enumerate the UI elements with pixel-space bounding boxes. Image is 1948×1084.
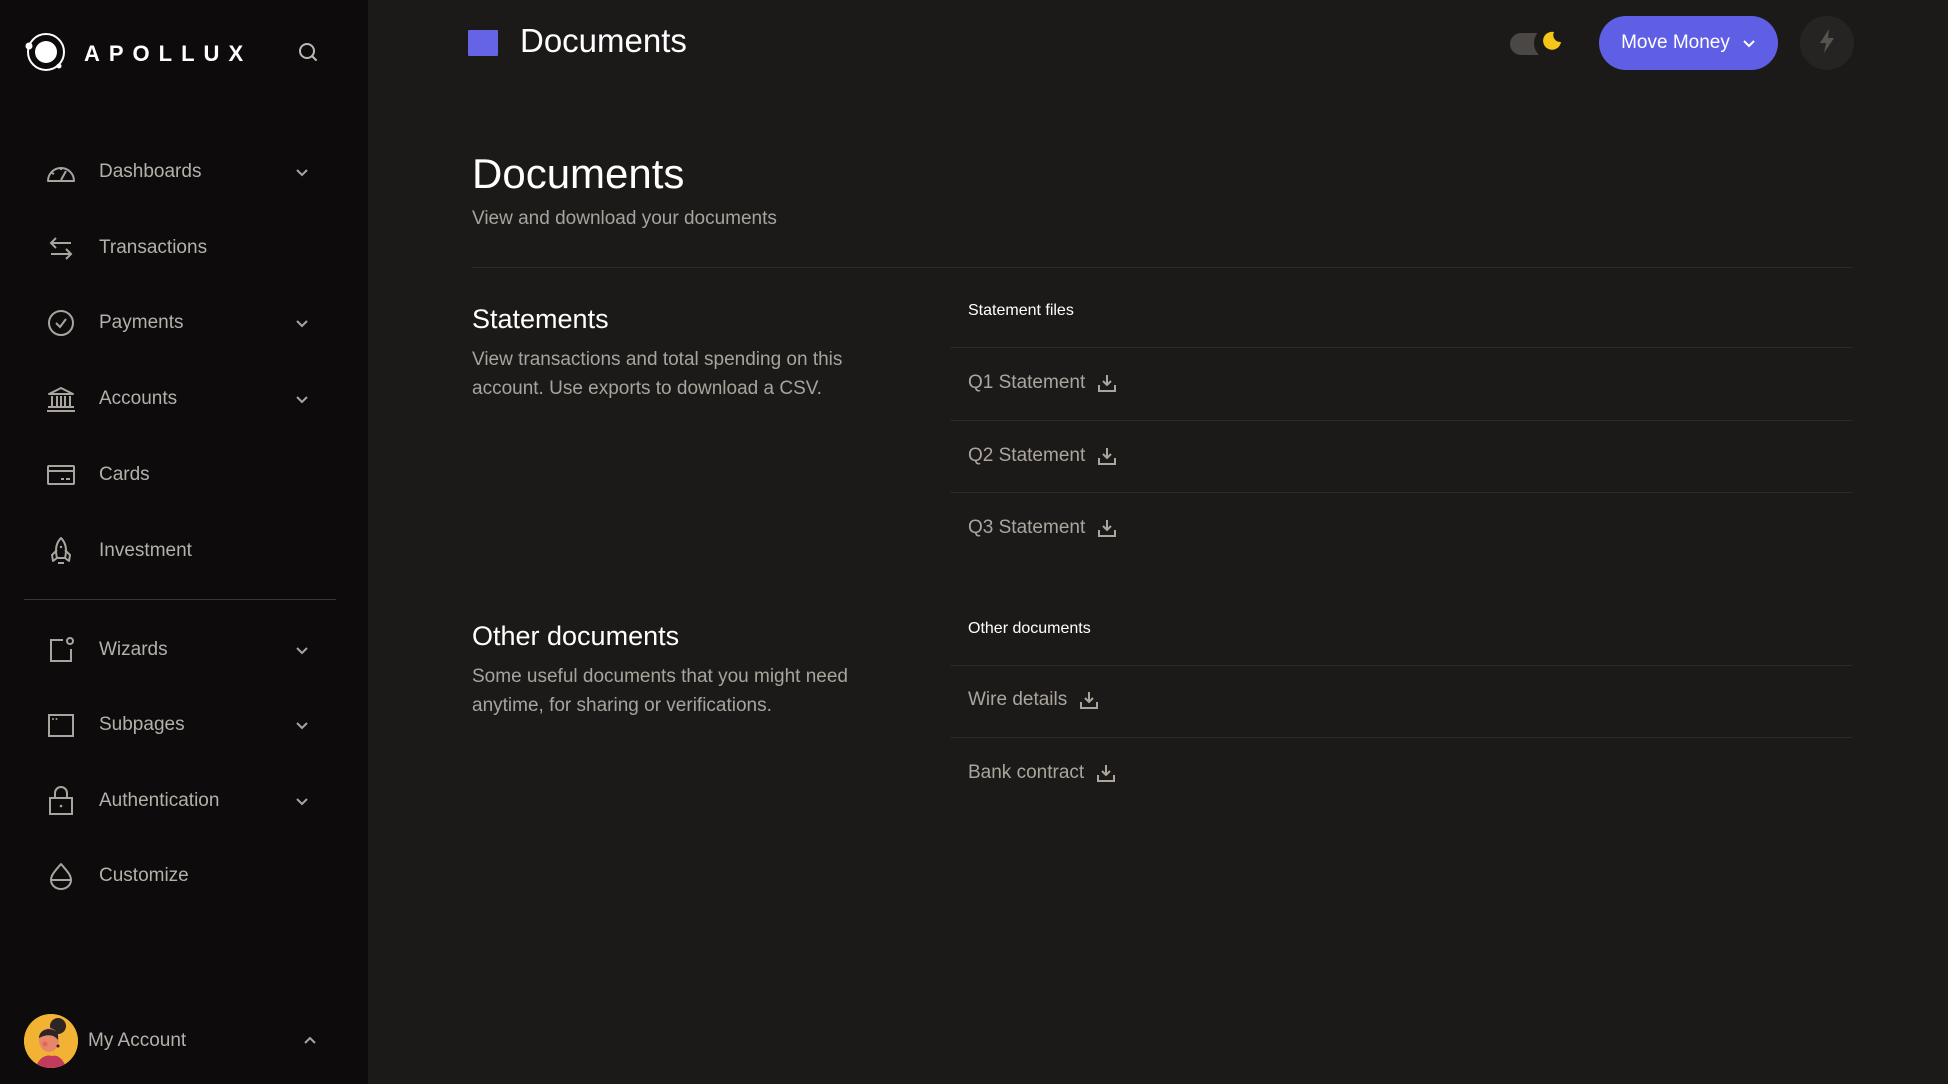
chevron-down-icon[interactable] (292, 313, 312, 333)
moon-icon (1540, 30, 1562, 57)
my-account-toggle[interactable]: My Account (24, 1014, 320, 1068)
sidebar: APOLLUX Dashboards Transactions Payments… (0, 0, 368, 1084)
download-icon[interactable] (1097, 446, 1117, 466)
sidebar-item-customize[interactable]: Customize (44, 850, 320, 902)
page-subtitle: View and download your documents (472, 208, 777, 229)
search-icon (297, 41, 319, 68)
search-button[interactable] (294, 40, 322, 68)
lightning-icon (1817, 28, 1837, 59)
sidebar-item-cards[interactable]: Cards (44, 449, 320, 501)
file-row-bank-contract[interactable]: Bank contract (968, 758, 1116, 788)
chevron-down-icon[interactable] (292, 640, 312, 660)
my-account-label: My Account (88, 1030, 187, 1051)
file-name: Q3 Statement (968, 517, 1086, 538)
download-icon[interactable] (1097, 373, 1117, 393)
orbit-logo-icon (24, 30, 68, 79)
bank-icon (44, 382, 78, 416)
move-money-label: Move Money (1621, 32, 1730, 53)
file-name: Wire details (968, 689, 1068, 710)
file-row-q2-statement[interactable]: Q2 Statement (968, 441, 1117, 471)
droplet-icon (44, 859, 78, 893)
chevron-up-icon[interactable] (300, 1031, 320, 1051)
list-divider (950, 420, 1852, 421)
sidebar-item-dashboards[interactable]: Dashboards (44, 146, 320, 198)
download-icon[interactable] (1079, 690, 1099, 710)
list-divider (950, 492, 1852, 493)
header-title: Documents (520, 22, 687, 59)
credit-card-icon (44, 458, 78, 492)
sidebar-item-authentication[interactable]: Authentication (44, 775, 320, 827)
menu-toggle-button[interactable] (468, 30, 498, 56)
other-documents-header: Other documents (968, 620, 1091, 637)
theme-toggle[interactable] (1510, 26, 1568, 60)
statements-title: Statements (472, 304, 609, 334)
sidebar-item-wizards[interactable]: Wizards (44, 624, 320, 676)
sidebar-item-payments[interactable]: Payments (44, 297, 320, 349)
download-icon[interactable] (1096, 763, 1116, 783)
toggle-knob (1534, 26, 1568, 60)
quick-actions-button[interactable] (1800, 16, 1854, 70)
chevron-down-icon (1742, 38, 1756, 48)
other-documents-title: Other documents (472, 621, 680, 651)
description-line: View transactions and total spending on … (472, 349, 843, 370)
rocket-icon (44, 534, 78, 568)
check-circle-icon (44, 306, 78, 340)
chevron-down-icon[interactable] (292, 389, 312, 409)
chevron-down-icon[interactable] (292, 715, 312, 735)
sidebar-item-accounts[interactable]: Accounts (44, 373, 320, 425)
sidebar-item-transactions[interactable]: Transactions (44, 222, 320, 274)
lock-icon (44, 784, 78, 818)
list-divider (950, 347, 1852, 348)
move-money-button[interactable]: Move Money (1599, 16, 1778, 70)
file-row-q3-statement[interactable]: Q3 Statement (968, 513, 1117, 543)
avatar (24, 1014, 78, 1068)
download-icon[interactable] (1097, 518, 1117, 538)
hamburger-icon (468, 30, 498, 56)
sidebar-item-label: Subpages (99, 714, 185, 735)
sidebar-item-label: Accounts (99, 388, 178, 409)
statements-description: View transactions and total spending on … (472, 345, 902, 403)
page-title: Documents (472, 150, 685, 197)
file-row-q1-statement[interactable]: Q1 Statement (968, 368, 1117, 398)
window-icon (44, 708, 78, 742)
brand-logo[interactable]: APOLLUX (24, 32, 252, 76)
sidebar-item-subpages[interactable]: Subpages (44, 699, 320, 751)
sidebar-item-investment[interactable]: Investment (44, 525, 320, 577)
sidebar-item-label: Dashboards (99, 161, 202, 182)
file-name: Q1 Statement (968, 372, 1086, 393)
description-line: anytime, for sharing or verifications. (472, 695, 772, 716)
list-divider (950, 665, 1852, 666)
sidebar-item-label: Payments (99, 312, 184, 333)
brand-name: APOLLUX (84, 41, 253, 66)
file-row-wire-details[interactable]: Wire details (968, 685, 1099, 715)
description-line: account. Use exports to download a CSV. (472, 378, 822, 399)
sidebar-item-label: Customize (99, 865, 189, 886)
description-line: Some useful documents that you might nee… (472, 666, 849, 687)
main-content: Documents Move Money Documents View and … (368, 0, 1948, 1084)
sidebar-divider (24, 599, 336, 600)
file-name: Q2 Statement (968, 445, 1086, 466)
file-name: Bank contract (968, 762, 1085, 783)
sidebar-item-label: Cards (99, 464, 150, 485)
statement-files-header: Statement files (968, 302, 1074, 319)
sidebar-item-label: Transactions (99, 237, 208, 258)
arrows-swap-icon (44, 231, 78, 265)
sidebar-item-label: Authentication (99, 790, 220, 811)
sidebar-item-label: Investment (99, 540, 192, 561)
wizard-icon (44, 633, 78, 667)
other-documents-description: Some useful documents that you might nee… (472, 662, 902, 720)
sidebar-item-label: Wizards (99, 639, 168, 660)
list-divider (950, 737, 1852, 738)
chevron-down-icon[interactable] (292, 791, 312, 811)
section-divider (472, 267, 1852, 268)
chevron-down-icon[interactable] (292, 162, 312, 182)
gauge-icon (44, 155, 78, 189)
